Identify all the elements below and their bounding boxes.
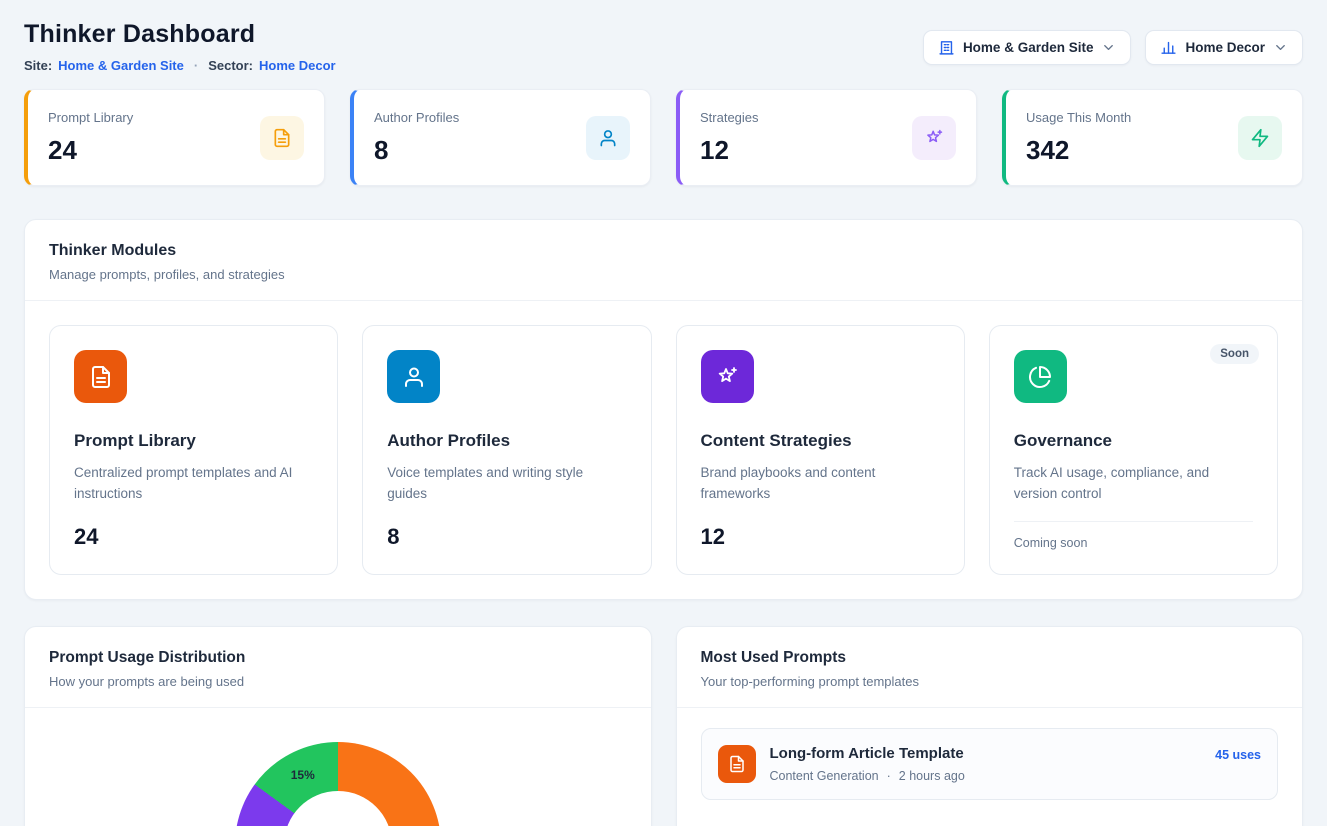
stat-text: Author Profiles 8 [374,110,459,166]
user-icon [586,116,630,160]
separator-dot: · [194,58,198,73]
stat-value: 12 [700,135,759,166]
prompt-category: Content Generation [770,769,879,783]
modules-subtitle: Manage prompts, profiles, and strategies [49,267,1278,282]
donut-chart: 15% [235,742,441,826]
usage-card-title: Prompt Usage Distribution [49,649,627,667]
module-title: Content Strategies [701,431,940,451]
sparkle-star-icon [912,116,956,160]
module-title: Author Profiles [387,431,626,451]
chart-area: 15% [25,708,651,826]
sparkle-star-icon [701,350,754,403]
sector-selector-dropdown[interactable]: Home Decor [1145,30,1303,65]
module-description: Voice templates and writing style guides [387,463,626,508]
prompt-title: Long-form Article Template [770,745,1202,762]
donut-segment-label: 15% [291,768,315,782]
stat-card-author-profiles: Author Profiles 8 [350,89,651,186]
user-icon [387,350,440,403]
donut-hole [284,791,392,826]
modules-header: Thinker Modules Manage prompts, profiles… [25,220,1302,300]
building-icon [938,39,955,56]
module-title: Governance [1014,431,1253,451]
chevron-down-icon [1101,40,1116,55]
stat-text: Usage This Month 342 [1026,110,1131,166]
header-left: Thinker Dashboard Site: Home & Garden Si… [24,20,336,73]
stat-card-prompt-library: Prompt Library 24 [24,89,325,186]
site-selector-label: Home & Garden Site [963,40,1094,55]
soon-badge: Soon [1210,344,1259,364]
meta-dot: · [887,769,891,783]
stat-label: Strategies [700,110,759,125]
document-icon [74,350,127,403]
bar-chart-icon [1160,39,1177,56]
site-selector-dropdown[interactable]: Home & Garden Site [923,30,1132,65]
sector-selector-label: Home Decor [1185,40,1265,55]
module-description: Brand playbooks and content frameworks [701,463,940,508]
prompts-card-title: Most Used Prompts [701,649,1279,667]
module-description: Centralized prompt templates and AI inst… [74,463,313,508]
module-count: 12 [701,524,940,550]
prompt-item-text: Long-form Article Template Content Gener… [770,745,1202,783]
module-count: 24 [74,524,313,550]
stat-text: Prompt Library 24 [48,110,133,166]
stat-card-strategies: Strategies 12 [676,89,977,186]
prompt-time: 2 hours ago [899,769,965,783]
module-description: Track AI usage, compliance, and version … [1014,463,1253,507]
module-card-governance: Soon Governance Track AI usage, complian… [989,325,1278,575]
prompts-card-header: Most Used Prompts Your top-performing pr… [677,627,1303,707]
dashboard-page: Thinker Dashboard Site: Home & Garden Si… [0,0,1327,826]
prompts-card-subtitle: Your top-performing prompt templates [701,674,1279,689]
header-selectors: Home & Garden Site Home Decor [923,30,1303,65]
prompt-list: Long-form Article Template Content Gener… [677,708,1303,820]
usage-distribution-card: Prompt Usage Distribution How your promp… [24,626,652,826]
stat-value: 342 [1026,135,1131,166]
coming-soon-text: Coming soon [1014,521,1253,550]
module-card-content-strategies[interactable]: Content Strategies Brand playbooks and c… [676,325,965,575]
module-title: Prompt Library [74,431,313,451]
stat-label: Prompt Library [48,110,133,125]
prompt-uses-badge: 45 uses [1215,745,1261,762]
most-used-prompts-card: Most Used Prompts Your top-performing pr… [676,626,1304,826]
usage-card-subtitle: How your prompts are being used [49,674,627,689]
module-card-prompt-library[interactable]: Prompt Library Centralized prompt templa… [49,325,338,575]
document-icon [718,745,756,783]
modules-grid: Prompt Library Centralized prompt templa… [25,301,1302,599]
bottom-row: Prompt Usage Distribution How your promp… [24,626,1303,826]
site-label: Site: [24,58,52,73]
module-count: 8 [387,524,626,550]
stat-value: 8 [374,135,459,166]
thinker-modules-section: Thinker Modules Manage prompts, profiles… [24,219,1303,600]
stat-label: Usage This Month [1026,110,1131,125]
chevron-down-icon [1273,40,1288,55]
modules-title: Thinker Modules [49,242,1278,260]
lightning-icon [1238,116,1282,160]
stat-text: Strategies 12 [700,110,759,166]
breadcrumb: Site: Home & Garden Site · Sector: Home … [24,58,336,73]
page-title: Thinker Dashboard [24,20,336,49]
top-bar: Thinker Dashboard Site: Home & Garden Si… [24,20,1303,73]
usage-card-header: Prompt Usage Distribution How your promp… [25,627,651,707]
prompt-meta: Content Generation · 2 hours ago [770,769,1202,783]
stats-row: Prompt Library 24 Author Profiles 8 Stra… [24,89,1303,186]
stat-card-usage: Usage This Month 342 [1002,89,1303,186]
sector-link[interactable]: Home Decor [259,58,336,73]
stat-value: 24 [48,135,133,166]
sector-label: Sector: [208,58,253,73]
prompt-list-item[interactable]: Long-form Article Template Content Gener… [701,728,1279,800]
stat-label: Author Profiles [374,110,459,125]
module-card-author-profiles[interactable]: Author Profiles Voice templates and writ… [362,325,651,575]
document-icon [260,116,304,160]
pie-chart-icon [1014,350,1067,403]
site-link[interactable]: Home & Garden Site [58,58,184,73]
